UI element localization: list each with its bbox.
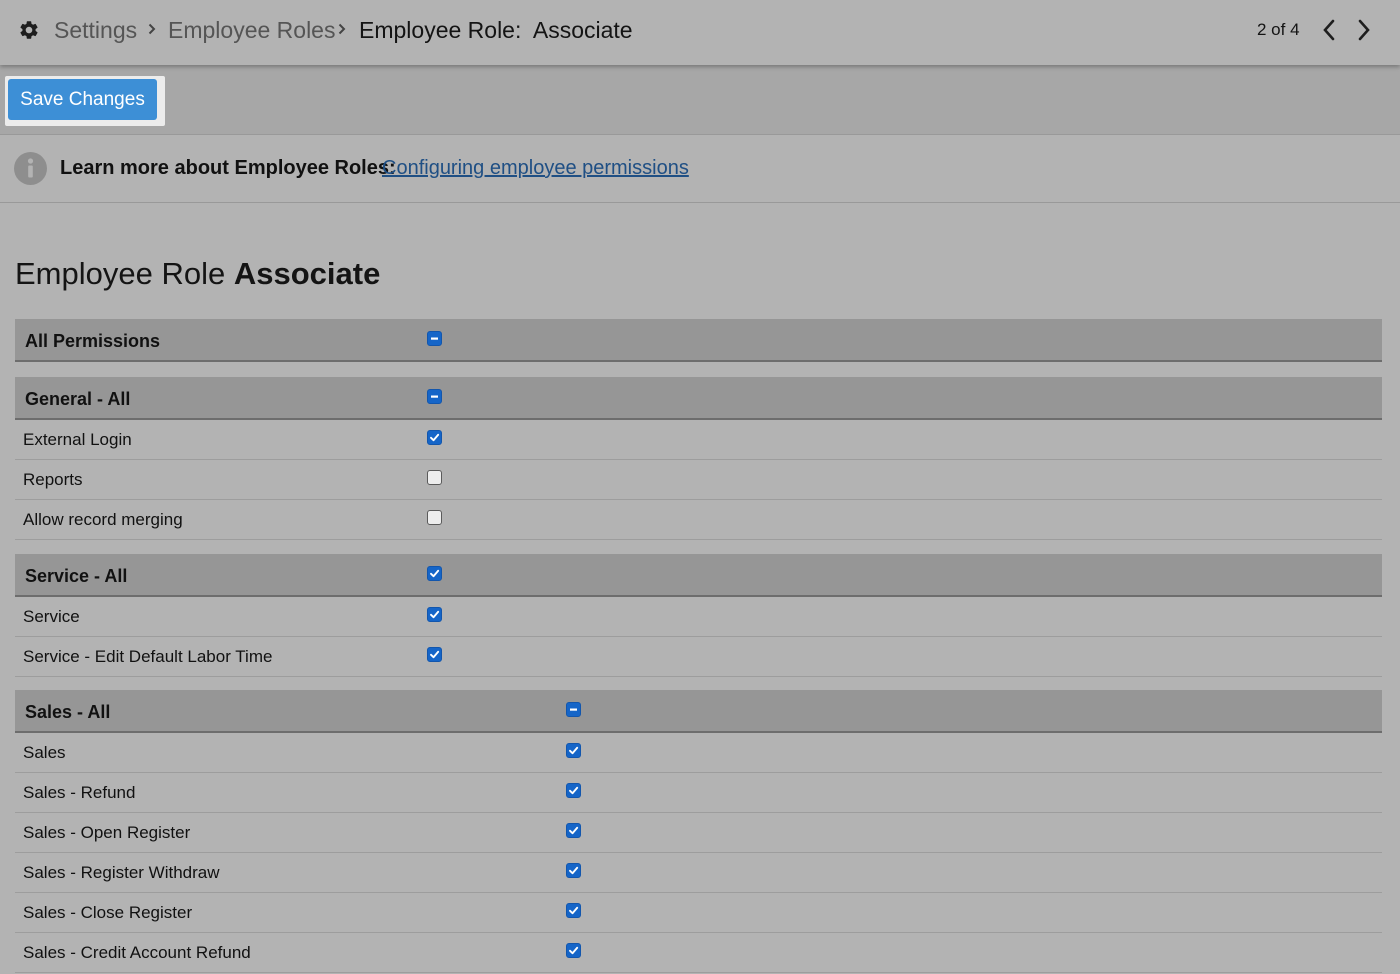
info-bar: Learn more about Employee Roles: Configu…	[0, 135, 1400, 203]
permission-row: External Login	[15, 420, 1382, 460]
select-all-permissions-checkbox[interactable]	[427, 331, 442, 346]
permission-row: Sales	[15, 733, 1382, 773]
section-header-label: All Permissions	[25, 331, 161, 351]
permission-label: Sales - Close Register	[23, 903, 193, 922]
sales-open-register-checkbox[interactable]	[566, 823, 581, 838]
sales-checkbox[interactable]	[566, 743, 581, 758]
general-all-checkbox[interactable]	[427, 389, 442, 404]
permission-row: Reports	[15, 460, 1382, 500]
pager-count: 2 of 4	[1257, 20, 1300, 39]
info-label: Learn more about Employee Roles:	[60, 157, 396, 179]
permission-label: Service	[23, 607, 80, 626]
section-header-label: General - All	[25, 389, 131, 409]
breadcrumb-employee-roles[interactable]: Employee Roles	[168, 16, 335, 44]
page-title-prefix: Employee Role	[15, 256, 226, 291]
page-title-role: Associate	[233, 256, 381, 291]
permission-label: Sales - Credit Account Refund	[23, 943, 251, 962]
sales-refund-checkbox[interactable]	[566, 783, 581, 798]
gear-icon[interactable]	[18, 19, 40, 41]
permission-label: Allow record merging	[23, 510, 183, 529]
section-header-label: Service - All	[25, 566, 128, 586]
section-header: All Permissions	[15, 319, 1382, 362]
permission-section-general: General - All External Login Reports All…	[15, 377, 1382, 540]
permission-label: Service - Edit Default Labor Time	[23, 647, 273, 666]
permission-section-sales: Sales - All Sales Sales - Refund Sales -…	[15, 690, 1382, 973]
configuring-permissions-link[interactable]: Configuring employee permissions	[382, 156, 689, 180]
permission-row: Sales - Register Withdraw	[15, 853, 1382, 893]
permission-row: Sales - Credit Account Refund	[15, 933, 1382, 973]
sales-all-checkbox[interactable]	[566, 702, 581, 717]
permission-row: Allow record merging	[15, 500, 1382, 540]
sales-register-withdraw-checkbox[interactable]	[566, 863, 581, 878]
permission-row: Service - Edit Default Labor Time	[15, 637, 1382, 677]
chevron-right-icon	[338, 23, 346, 35]
section-header: Service - All	[15, 554, 1382, 597]
reports-checkbox[interactable]	[427, 470, 442, 485]
allow-record-merging-checkbox[interactable]	[427, 510, 442, 525]
section-header-label: Sales - All	[25, 702, 111, 722]
chevron-left-icon[interactable]	[1320, 17, 1338, 43]
service-edit-labor-time-checkbox[interactable]	[427, 647, 442, 662]
external-login-checkbox[interactable]	[427, 430, 442, 445]
permission-label: Sales	[23, 743, 66, 762]
section-header: Sales - All	[15, 690, 1382, 733]
sales-close-register-checkbox[interactable]	[566, 903, 581, 918]
service-all-checkbox[interactable]	[427, 566, 442, 581]
chevron-right-icon[interactable]	[1355, 17, 1373, 43]
page-title: Employee Role Associate	[15, 255, 380, 293]
permission-section-service: Service - All Service Service - Edit Def…	[15, 554, 1382, 677]
permission-row: Sales - Open Register	[15, 813, 1382, 853]
save-button-highlight: Save Changes	[5, 76, 165, 126]
permission-label: Sales - Register Withdraw	[23, 863, 220, 882]
chevron-right-icon	[148, 23, 156, 35]
sales-credit-account-refund-checkbox[interactable]	[566, 943, 581, 958]
permission-label: Sales - Open Register	[23, 823, 191, 842]
service-checkbox[interactable]	[427, 607, 442, 622]
permission-row: Sales - Close Register	[15, 893, 1382, 933]
top-bar: Settings Employee Roles Employee Role: A…	[0, 0, 1400, 65]
permission-row: Service	[15, 597, 1382, 637]
save-changes-button[interactable]: Save Changes	[8, 79, 157, 120]
toolbar: Save Changes	[0, 65, 1400, 135]
section-header: General - All	[15, 377, 1382, 420]
permission-label: External Login	[23, 430, 132, 449]
breadcrumb-current: Employee Role: Associate	[359, 17, 633, 43]
permission-row: Sales - Refund	[15, 773, 1382, 813]
permission-section-all: All Permissions	[15, 319, 1382, 362]
permission-label: Sales - Refund	[23, 783, 136, 802]
info-icon	[14, 152, 47, 185]
breadcrumb-settings[interactable]: Settings	[54, 16, 137, 44]
permission-label: Reports	[23, 470, 83, 489]
